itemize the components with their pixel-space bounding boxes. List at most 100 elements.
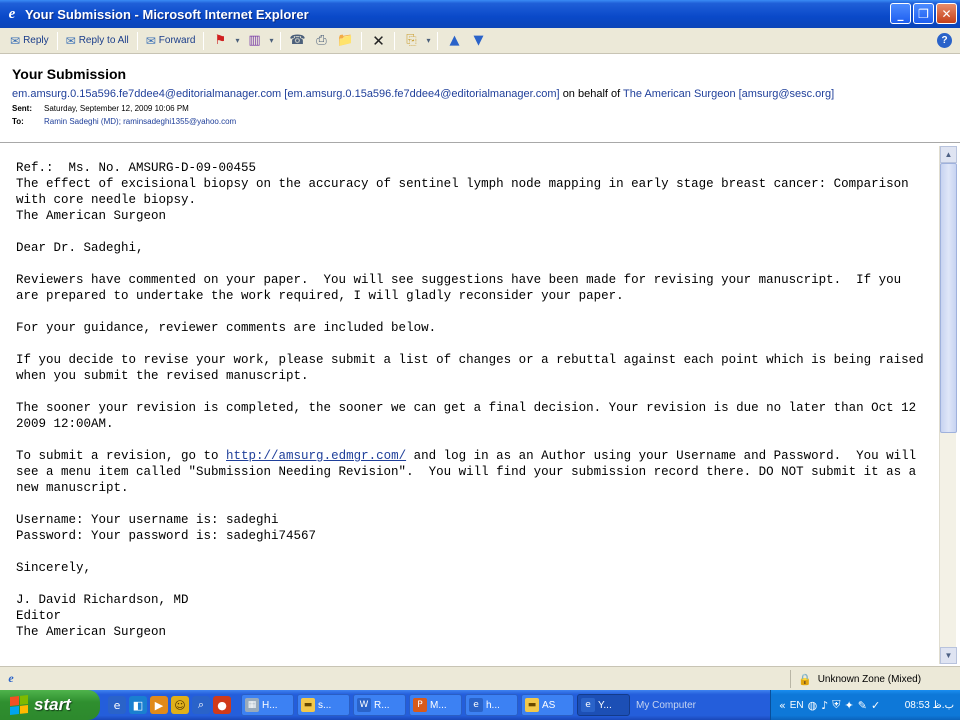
paper-title-line: with core needle biopsy. bbox=[16, 193, 197, 207]
forward-button[interactable]: ✉ Forward bbox=[142, 30, 200, 52]
move-to-folder-icon[interactable]: 📁 bbox=[333, 30, 357, 52]
system-tray: « EN ◍ ♪ ⛨ ✦ ✎ ✓ 08:53 ب.ظ bbox=[770, 690, 960, 720]
word-icon: W bbox=[357, 698, 371, 712]
task-label: Y... bbox=[598, 699, 612, 711]
task-button[interactable]: P M... bbox=[409, 694, 462, 716]
paragraph-line: If you decide to revise your work, pleas… bbox=[16, 353, 924, 367]
task-label: AS bbox=[542, 699, 556, 711]
maximize-button[interactable]: ❐ bbox=[913, 3, 934, 24]
task-button-active[interactable]: e Y... bbox=[577, 694, 630, 716]
print-icon[interactable]: ⎙ bbox=[309, 30, 333, 52]
dropdown-arrow-icon[interactable]: ▾ bbox=[423, 30, 433, 52]
minimize-button[interactable]: _ bbox=[890, 3, 911, 24]
task-label: h... bbox=[486, 699, 500, 711]
reply-all-icon: ✉ bbox=[65, 33, 76, 48]
paragraph-line: are prepared to undertake the work requi… bbox=[16, 289, 624, 303]
close-button[interactable]: ✕ bbox=[936, 3, 957, 24]
check-icon[interactable]: ✓ bbox=[871, 699, 880, 712]
rules-icon[interactable]: ⎘ bbox=[399, 30, 423, 52]
task-button[interactable]: W R... bbox=[353, 694, 406, 716]
title-bar[interactable]: e Your Submission - Microsoft Internet E… bbox=[0, 0, 960, 28]
on-behalf-name[interactable]: The American Surgeon [amsurg@sesc.org] bbox=[623, 88, 834, 100]
from-line: em.amsurg.0.15a596.fe7ddee4@editorialman… bbox=[12, 88, 960, 100]
forward-label: Forward bbox=[158, 35, 196, 46]
help-icon[interactable]: ? bbox=[937, 33, 952, 48]
windows-logo-icon bbox=[10, 695, 28, 715]
desktop-icon[interactable]: ◧ bbox=[129, 696, 147, 714]
pen-icon[interactable]: ✎ bbox=[858, 699, 867, 712]
start-label: start bbox=[34, 695, 71, 714]
security-zone[interactable]: 🔒 Unknown Zone (Mixed) bbox=[798, 670, 921, 688]
toolbar-separator bbox=[394, 31, 396, 50]
toolbar-separator bbox=[437, 31, 439, 50]
next-item-icon[interactable]: ▼ bbox=[466, 30, 490, 52]
toolbar-separator bbox=[280, 31, 282, 50]
clock[interactable]: 08:53 ب.ظ bbox=[905, 700, 954, 711]
dropdown-arrow-icon[interactable]: ▾ bbox=[232, 30, 242, 52]
task-label: H... bbox=[262, 699, 278, 711]
scroll-thumb[interactable] bbox=[940, 163, 957, 433]
to-value[interactable]: Ramin Sadeghi (MD); raminsadeghi1355@yah… bbox=[44, 117, 236, 126]
sent-row: Sent: Saturday, September 12, 2009 10:06… bbox=[12, 104, 960, 113]
dropdown-arrow-icon[interactable]: ▾ bbox=[266, 30, 276, 52]
toolbar-separator bbox=[361, 31, 363, 50]
task-button[interactable]: ▦ H... bbox=[241, 694, 294, 716]
mail-toolbar: ✉ Reply ✉ Reply to All ✉ Forward ⚑ ▾ ▥ ▾… bbox=[0, 28, 960, 54]
reply-all-label: Reply to All bbox=[78, 35, 129, 46]
paper-title-line: The effect of excisional biopsy on the a… bbox=[16, 177, 909, 191]
messenger-icon[interactable]: ☺ bbox=[171, 696, 189, 714]
toolbar-separator bbox=[56, 31, 58, 50]
task-label: M... bbox=[430, 699, 447, 711]
flag-icon[interactable]: ⚑ bbox=[208, 30, 232, 52]
antivirus-icon[interactable]: ✦ bbox=[845, 699, 854, 712]
lock-icon: 🔒 bbox=[798, 672, 812, 686]
shield-icon[interactable]: ⛨ bbox=[832, 698, 840, 712]
scroll-down-button[interactable]: ▼ bbox=[940, 647, 957, 664]
previous-item-icon[interactable]: ▲ bbox=[442, 30, 466, 52]
start-button[interactable]: start bbox=[0, 690, 100, 720]
language-indicator[interactable]: EN bbox=[790, 700, 804, 711]
signature-name: J. David Richardson, MD bbox=[16, 593, 189, 607]
categories-icon[interactable]: ▥ bbox=[242, 30, 266, 52]
my-computer-label[interactable]: My Computer bbox=[636, 700, 696, 711]
password-line: Password: Your password is: sadeghi74567 bbox=[16, 529, 317, 543]
message-body[interactable]: Ref.: Ms. No. AMSURG-D-09-00455 The effe… bbox=[2, 146, 938, 664]
address-book-icon[interactable]: ☎ bbox=[285, 30, 309, 52]
submission-link[interactable]: http://amsurg.edmgr.com/ bbox=[226, 449, 406, 463]
scroll-up-button[interactable]: ▲ bbox=[940, 146, 957, 163]
folder-icon: ▬ bbox=[525, 698, 539, 712]
search-icon[interactable]: ⌕ bbox=[192, 696, 210, 714]
status-bar: e 🔒 Unknown Zone (Mixed) bbox=[0, 666, 960, 690]
paragraph-line: The sooner your revision is completed, t… bbox=[16, 401, 917, 415]
window-title: Your Submission - Microsoft Internet Exp… bbox=[25, 6, 309, 22]
ref-line: Ref.: Ms. No. AMSURG-D-09-00455 bbox=[16, 161, 257, 175]
reply-all-button[interactable]: ✉ Reply to All bbox=[62, 30, 133, 52]
task-button[interactable]: ▬ s... bbox=[297, 694, 350, 716]
task-button[interactable]: e h... bbox=[465, 694, 518, 716]
to-row: To: Ramin Sadeghi (MD); raminsadeghi1355… bbox=[12, 117, 960, 126]
delete-icon[interactable]: ✕ bbox=[366, 30, 390, 52]
browser-icon: e bbox=[469, 698, 483, 712]
network-icon[interactable]: ◍ bbox=[808, 699, 818, 712]
vertical-scrollbar[interactable]: ▲ ▼ bbox=[939, 146, 957, 664]
message-header: Your Submission em.amsurg.0.15a596.fe7dd… bbox=[0, 55, 960, 143]
closing: Sincerely, bbox=[16, 561, 92, 575]
ie-icon: e bbox=[8, 5, 16, 22]
sent-label: Sent: bbox=[12, 104, 32, 113]
paragraph-line: and log in as an Author using your Usern… bbox=[406, 449, 917, 463]
username-line: Username: Your username is: sadeghi bbox=[16, 513, 279, 527]
chevron-icon[interactable]: « bbox=[779, 699, 786, 712]
reply-button[interactable]: ✉ Reply bbox=[6, 30, 53, 52]
paragraph-line: new manuscript. bbox=[16, 481, 129, 495]
task-list: ▦ H... ▬ s... W R... P M... e h... ▬ AS e Y... bbox=[241, 694, 630, 716]
app-icon[interactable]: ● bbox=[213, 696, 231, 714]
grid-icon: ▦ bbox=[245, 698, 259, 712]
from-address[interactable]: em.amsurg.0.15a596.fe7ddee4@editorialman… bbox=[12, 88, 560, 100]
task-button[interactable]: ▬ AS bbox=[521, 694, 574, 716]
media-player-icon[interactable]: ▶ bbox=[150, 696, 168, 714]
quick-launch: e ◧ ▶ ☺ ⌕ ● bbox=[108, 696, 231, 714]
paragraph-line: Reviewers have commented on your paper. … bbox=[16, 273, 902, 287]
browser-icon[interactable]: e bbox=[108, 696, 126, 714]
sent-value: Saturday, September 12, 2009 10:06 PM bbox=[44, 104, 189, 113]
volume-icon[interactable]: ♪ bbox=[821, 699, 828, 712]
